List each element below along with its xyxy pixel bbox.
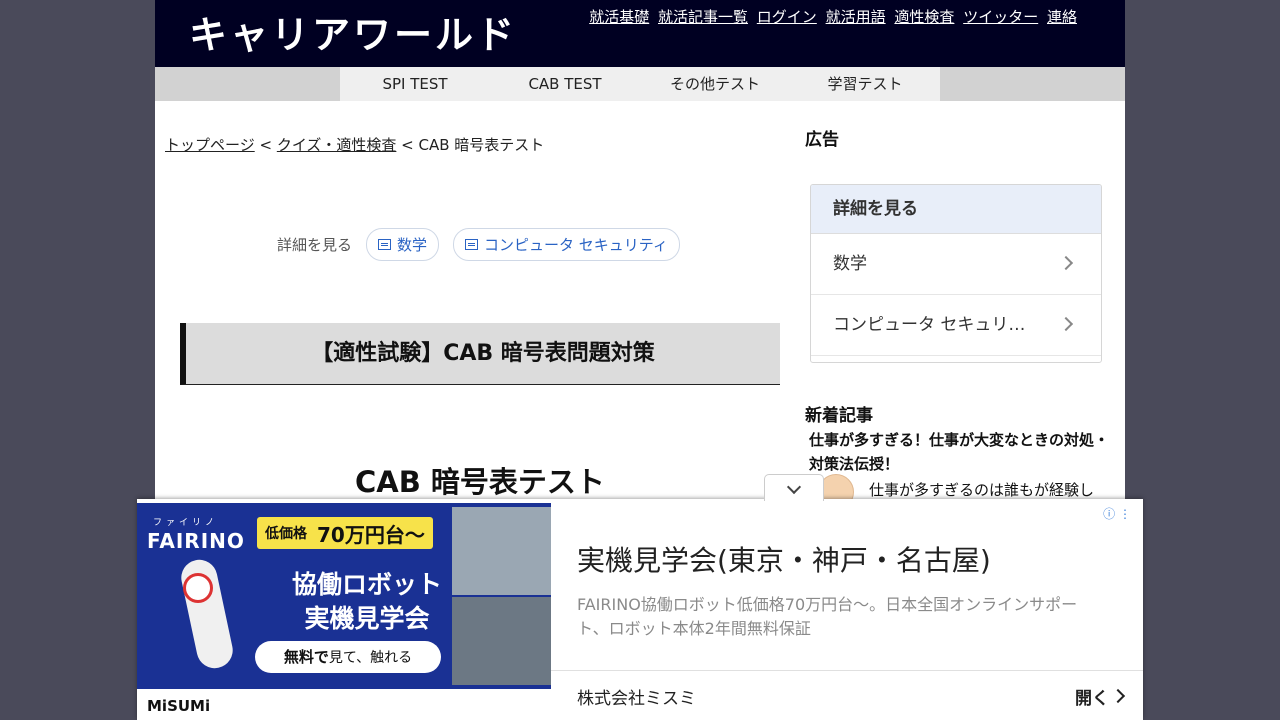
section-title: CAB 暗号表テスト	[355, 465, 605, 499]
sidebar-ad-label: 広告	[805, 130, 839, 150]
ad-advertiser: 株式会社ミスミ	[577, 689, 696, 709]
tab-cab-test[interactable]: CAB TEST	[490, 67, 640, 101]
tab-learning-test[interactable]: 学習テスト	[790, 67, 940, 101]
chevron-right-icon	[1058, 255, 1074, 271]
breadcrumb-separator: <	[396, 136, 419, 154]
top-nav: 就活基礎 就活記事一覧 ログイン 就活用語 適性検査 ツイッター 連絡	[585, 6, 1077, 27]
tag-computer-security[interactable]: コンピュータ セキュリティ	[453, 228, 680, 261]
tag-label: 数学	[397, 236, 428, 254]
ad-title[interactable]: 実機見学会(東京・神戸・名古屋)	[577, 539, 991, 579]
sidebar-detail-card: 詳細を見る 数学 コンピュータ セキュリ…	[810, 184, 1102, 363]
site-header: キャリアワールド 就活基礎 就活記事一覧 ログイン 就活用語 適性検査 ツイッタ…	[155, 0, 1125, 67]
new-article-title[interactable]: 仕事が多すぎる！仕事が大変なときの対処・対策法伝授！	[809, 428, 1109, 476]
new-article-excerpt: 仕事が多すぎるのは誰もが経験し	[869, 481, 1095, 499]
breadcrumb-separator: <	[254, 136, 277, 154]
ad-info-icon[interactable]: ⓘ ⋮	[1103, 505, 1131, 522]
breadcrumb-current: CAB 暗号表テスト	[418, 136, 545, 154]
article-icon	[465, 239, 479, 250]
tab-spi-test[interactable]: SPI TEST	[340, 67, 490, 101]
ad-cta-text: 見て、触れる	[328, 650, 413, 666]
ad-sponsor-strip: MiSUMi	[137, 689, 551, 720]
detail-tags-row: 詳細を見る 数学 コンピュータ セキュリティ	[277, 228, 680, 261]
top-nav-link[interactable]: ツイッター	[963, 8, 1038, 26]
robot-joint-graphic	[183, 573, 213, 603]
top-nav-link[interactable]: ログイン	[757, 8, 817, 26]
ad-collapse-button[interactable]	[764, 474, 824, 501]
ad-price-label: 低価格	[265, 526, 307, 542]
robot-arm-graphic	[177, 556, 237, 672]
ad-price-value: 70万円台〜	[317, 522, 425, 547]
bottom-ad-banner[interactable]: ファイリノ FAIRINO 低価格 70万円台〜 協働ロボット 実機見学会 無料…	[137, 499, 1143, 720]
chevron-down-icon	[786, 479, 802, 495]
ad-divider	[551, 670, 1143, 671]
sidebar-item-math[interactable]: 数学	[811, 234, 1101, 295]
ad-open-button[interactable]: 開く	[1075, 684, 1109, 709]
breadcrumb-home-link[interactable]: トップページ	[165, 136, 255, 154]
new-articles-heading: 新着記事	[805, 406, 873, 426]
ad-photo	[452, 597, 551, 685]
sidebar-item-computer-security[interactable]: コンピュータ セキュリ…	[811, 295, 1101, 356]
ad-description: FAIRINO協働ロボット低価格70万円台〜。日本全国オンラインサポート、ロボッ…	[577, 595, 1078, 638]
ad-brand-kana: ファイリノ	[153, 518, 219, 528]
chevron-right-icon	[1110, 688, 1126, 704]
breadcrumb: トップページ < クイズ・適性検査 < CAB 暗号表テスト	[165, 134, 544, 155]
ad-brand: FAIRINO	[147, 529, 245, 553]
tab-other-tests[interactable]: その他テスト	[640, 67, 790, 101]
article-icon	[378, 239, 392, 250]
sponsor-logo: MiSUMi	[147, 697, 211, 715]
top-nav-link[interactable]: 就活記事一覧	[658, 8, 748, 26]
tag-math[interactable]: 数学	[366, 228, 440, 261]
sidebar-item-label: 数学	[833, 254, 867, 274]
ad-image[interactable]: ファイリノ FAIRINO 低価格 70万円台〜 協働ロボット 実機見学会 無料…	[137, 503, 551, 720]
detail-label: 詳細を見る	[277, 236, 353, 254]
article-headline: 【適性試験】CAB 暗号表問題対策	[180, 323, 780, 385]
top-nav-link[interactable]: 就活基礎	[589, 8, 649, 26]
ad-cta-bold: 無料で	[283, 648, 329, 666]
ad-price-box: 低価格 70万円台〜	[257, 517, 433, 549]
ad-image-cta: 無料で見て、触れる	[255, 641, 441, 673]
site-logo[interactable]: キャリアワールド	[189, 4, 517, 59]
ad-photo	[452, 507, 551, 595]
sidebar-item-label: コンピュータ セキュリ…	[833, 315, 1026, 335]
main-nav-tabs: SPI TEST CAB TEST その他テスト 学習テスト	[340, 67, 940, 101]
top-nav-link[interactable]: 就活用語	[826, 8, 886, 26]
tag-label: コンピュータ セキュリティ	[484, 236, 668, 254]
breadcrumb-category-link[interactable]: クイズ・適性検査	[277, 136, 397, 154]
main-nav-bar: SPI TEST CAB TEST その他テスト 学習テスト	[155, 67, 1125, 101]
sidebar-card-title: 詳細を見る	[811, 185, 1101, 234]
top-nav-link[interactable]: 連絡	[1047, 8, 1077, 26]
top-nav-link[interactable]: 適性検査	[894, 8, 954, 26]
chevron-right-icon	[1058, 316, 1074, 332]
